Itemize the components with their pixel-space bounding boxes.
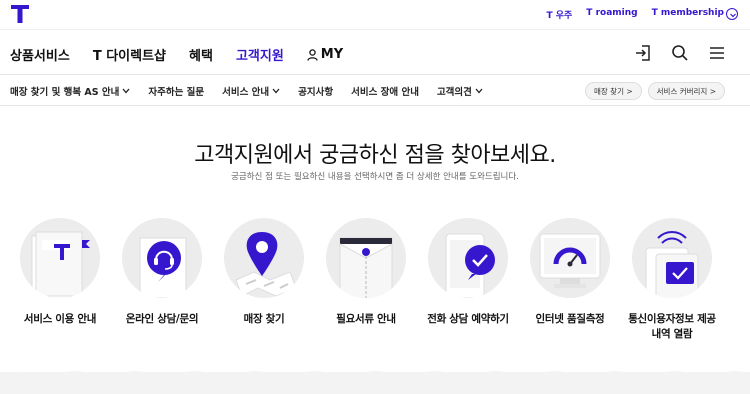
- lnb-item-feedback-label: 고객의견: [436, 87, 472, 98]
- service-item-data-history[interactable]: 통신이용자정보 제공 내역 열람: [624, 218, 720, 342]
- chevron-down-icon: [272, 88, 280, 94]
- lnb-item-feedback[interactable]: 고객의견: [437, 84, 483, 98]
- service-item-label: 매장 찾기: [243, 313, 285, 325]
- online-consult-icon: [139, 237, 187, 298]
- util-link-t-roaming[interactable]: T roaming: [586, 8, 637, 21]
- lnb-item-store-as[interactable]: 매장 찾기 및 행복 AS 안내: [10, 84, 130, 98]
- gnb-item-products[interactable]: 상품서비스: [10, 45, 70, 64]
- service-item-label: 필요서류 안내: [336, 313, 396, 325]
- speed-test-icon: [539, 233, 601, 288]
- service-item-find-store[interactable]: 매장 찾기: [216, 218, 312, 327]
- service-item-label: 서비스 이용 안내: [23, 313, 97, 325]
- lnb-item-faq[interactable]: 자주하는 질문: [148, 84, 204, 98]
- util-link-t-membership[interactable]: T membership: [652, 8, 724, 21]
- menu-icon[interactable]: [708, 44, 726, 62]
- lnb-item-outage[interactable]: 서비스 장애 안내: [351, 84, 419, 98]
- service-coverage-button[interactable]: 서비스 커버리지 >: [647, 82, 725, 100]
- sub-navigation: 매장 찾기 및 행복 AS 안내 자주하는 질문 서비스 안내 공지사항 서비스…: [0, 76, 750, 106]
- page-subtitle: 궁금하신 점 또는 필요하신 내용을 선택하시면 좀 더 상세한 안내를 도와드…: [231, 172, 519, 182]
- footer-wave-divider: [0, 371, 750, 394]
- service-item-label: 온라인 상담/문의: [125, 313, 199, 325]
- t-logo-icon[interactable]: [10, 4, 30, 24]
- phone-reservation-icon: [445, 233, 495, 298]
- service-item-documents[interactable]: 필요서류 안내: [318, 218, 414, 327]
- service-item-label: 전화 상담 예약하기: [427, 313, 509, 325]
- util-link-t-universe[interactable]: T 우주: [546, 8, 572, 21]
- wave-decoration: [0, 371, 750, 378]
- gnb-item-my[interactable]: MY: [307, 45, 343, 64]
- user-icon: [307, 48, 318, 61]
- lnb-item-service-guide-label: 서비스 안내: [222, 87, 270, 98]
- gnb-item-my-label: MY: [320, 47, 344, 62]
- service-item-online-consult[interactable]: 온라인 상담/문의: [114, 218, 210, 327]
- gnb-item-benefits[interactable]: 혜택: [189, 45, 213, 64]
- gnb-item-customer-support[interactable]: 고객지원: [236, 45, 284, 64]
- chevron-down-icon: [475, 88, 483, 94]
- main-navigation: 상품서비스 T 다이렉트샵 혜택 고객지원 MY: [0, 31, 750, 75]
- service-item-service-guide[interactable]: 서비스 이용 안내: [12, 218, 108, 327]
- service-item-phone-reservation[interactable]: 전화 상담 예약하기: [420, 218, 516, 327]
- service-item-label: 통신이용자정보 제공 내역 열람: [628, 313, 716, 340]
- lnb-item-notice[interactable]: 공지사항: [298, 84, 333, 98]
- search-icon[interactable]: [671, 44, 689, 62]
- page-title: 고객지원에서 궁금하신 점을 찾아보세요.: [194, 143, 556, 168]
- lnb-item-service-guide[interactable]: 서비스 안내: [222, 84, 280, 98]
- gnb-item-direct-shop[interactable]: T 다이렉트샵: [93, 45, 166, 64]
- document-envelope-icon: [339, 237, 393, 298]
- service-guide-icon: [31, 231, 90, 298]
- chevron-down-icon: [122, 88, 130, 94]
- login-icon[interactable]: [634, 44, 652, 62]
- service-item-label: 인터넷 품질측정: [535, 313, 605, 325]
- util-more-chevron-icon[interactable]: [726, 8, 738, 20]
- map-pin-icon: [235, 232, 297, 297]
- utility-bar: T 우주 T roaming T membership: [0, 0, 750, 30]
- service-item-speed-test[interactable]: 인터넷 품질측정: [522, 218, 618, 327]
- lnb-item-store-as-label: 매장 찾기 및 행복 AS 안내: [10, 87, 120, 98]
- data-history-icon: [645, 231, 699, 298]
- find-store-button[interactable]: 매장 찾기 >: [584, 82, 642, 100]
